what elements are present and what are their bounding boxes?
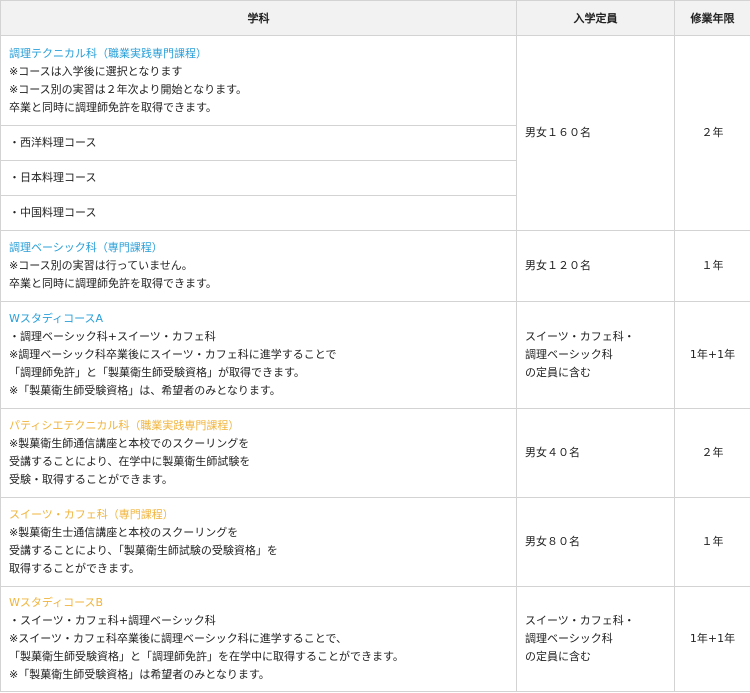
capacity-cell: スイーツ・カフェ科・ 調理ベーシック科 の定員に含む xyxy=(516,586,675,692)
capacity-cell: 男女１６０名 xyxy=(516,35,675,231)
department-cell: 調理テクニカル科（職業実践専門課程） ※コースは入学後に選択となります ※コース… xyxy=(0,35,517,126)
years-cell: 1年+1年 xyxy=(674,301,750,409)
header-capacity: 入学定員 xyxy=(516,0,675,36)
department-note: 卒業と同時に調理師免許を取得できます。 xyxy=(9,100,217,114)
course-name: ・中国料理コース xyxy=(9,206,97,219)
capacity-cell: スイーツ・カフェ科・ 調理ベーシック科 の定員に含む xyxy=(516,301,675,409)
years-text: １年 xyxy=(701,535,724,548)
department-note: ※調理ベーシック科卒業後にスイーツ・カフェ科に進学することで xyxy=(9,348,337,361)
capacity-text: 男女８０名 xyxy=(525,535,580,548)
department-name: 調理テクニカル科（職業実践専門課程） xyxy=(9,46,207,60)
course-name: ・日本料理コース xyxy=(9,171,97,184)
department-name: 調理ベーシック科（専門課程） xyxy=(9,241,163,254)
course-cell: ・日本料理コース xyxy=(0,160,517,196)
department-note: 「製菓衛生師受験資格」と「調理師免許」を在学中に取得することができます。 xyxy=(9,650,404,663)
capacity-cell: 男女４０名 xyxy=(516,408,675,498)
department-cell: WスタディコースB ・スイーツ・カフェ科+調理ベーシック科 ※スイーツ・カフェ科… xyxy=(0,586,517,692)
department-cell: 調理ベーシック科（専門課程） ※コース別の実習は行っていません。 卒業と同時に調… xyxy=(0,230,517,302)
department-note: ※コースは入学後に選択となります xyxy=(9,64,183,78)
capacity-text: の定員に含む xyxy=(525,366,591,379)
capacity-text: 男女１６０名 xyxy=(525,126,591,139)
department-note: 取得することができます。 xyxy=(9,562,140,575)
department-note: ※コース別の実習は行っていません。 xyxy=(9,259,193,272)
capacity-text: 男女１２０名 xyxy=(525,259,591,272)
department-note: ※「製菓衛生師受験資格」は、希望者のみとなります。 xyxy=(9,384,281,397)
capacity-text: スイーツ・カフェ科・ xyxy=(525,330,635,343)
course-cell: ・西洋料理コース xyxy=(0,125,517,161)
table-row: 調理テクニカル科（職業実践専門課程） ※コースは入学後に選択となります ※コース… xyxy=(0,35,750,231)
admissions-table: 学科 入学定員 修業年限 調理テクニカル科（職業実践専門課程） ※コースは入学後… xyxy=(0,0,750,692)
table-row: 調理ベーシック科（専門課程） ※コース別の実習は行っていません。 卒業と同時に調… xyxy=(0,230,750,302)
capacity-text: の定員に含む xyxy=(525,650,591,663)
table-row: パティシエテクニカル科（職業実践専門課程） ※製菓衛生師通信講座と本校でのスクー… xyxy=(0,408,750,498)
capacity-text: 男女４０名 xyxy=(525,446,580,459)
capacity-text: 調理ベーシック科 xyxy=(525,348,613,361)
table-row: WスタディコースB ・スイーツ・カフェ科+調理ベーシック科 ※スイーツ・カフェ科… xyxy=(0,586,750,692)
table-header-row: 学科 入学定員 修業年限 xyxy=(0,0,750,36)
capacity-cell: 男女８０名 xyxy=(516,497,675,587)
years-cell: １年 xyxy=(674,497,750,587)
years-cell: ２年 xyxy=(674,35,750,231)
department-note: ・調理ベーシック科+スイーツ・カフェ科 xyxy=(9,330,216,343)
years-text: ２年 xyxy=(701,446,724,459)
department-cell: スイーツ・カフェ科（専門課程） ※製菓衛生士通信講座と本校のスクーリングを 受講… xyxy=(0,497,517,587)
department-note: 受講することにより、「製菓衛生師試験の受験資格」を xyxy=(9,544,278,557)
department-note: 「調理師免許」と「製菓衛生師受験資格」が取得できます。 xyxy=(9,366,305,379)
years-cell: １年 xyxy=(674,230,750,302)
department-note: ※コース別の実習は２年次より開始となります。 xyxy=(9,82,248,96)
department-name: パティシエテクニカル科（職業実践専門課程） xyxy=(9,419,240,432)
department-name: スイーツ・カフェ科（専門課程） xyxy=(9,508,174,521)
department-note: 卒業と同時に調理師免許を取得できます。 xyxy=(9,277,217,290)
years-cell: 1年+1年 xyxy=(674,586,750,692)
department-note: 受講することにより、在学中に製菓衛生師試験を xyxy=(9,455,251,468)
years-text: 1年+1年 xyxy=(689,632,736,645)
department-note: 受験・取得することができます。 xyxy=(9,473,173,486)
capacity-cell: 男女１２０名 xyxy=(516,230,675,302)
table-row: WスタディコースA ・調理ベーシック科+スイーツ・カフェ科 ※調理ベーシック科卒… xyxy=(0,301,750,409)
course-name: ・西洋料理コース xyxy=(9,136,97,149)
header-years: 修業年限 xyxy=(674,0,750,36)
years-text: １年 xyxy=(701,259,724,272)
capacity-text: スイーツ・カフェ科・ xyxy=(525,614,635,627)
capacity-text: 調理ベーシック科 xyxy=(525,632,613,645)
department-name: WスタディコースA xyxy=(9,312,104,325)
years-text: ２年 xyxy=(701,126,724,139)
department-note: ・スイーツ・カフェ科+調理ベーシック科 xyxy=(9,614,216,627)
table-row: スイーツ・カフェ科（専門課程） ※製菓衛生士通信講座と本校のスクーリングを 受講… xyxy=(0,497,750,587)
years-cell: ２年 xyxy=(674,408,750,498)
department-note: ※「製菓衛生師受験資格」は希望者のみとなります。 xyxy=(9,668,270,681)
header-department: 学科 xyxy=(0,0,517,36)
department-cell: WスタディコースA ・調理ベーシック科+スイーツ・カフェ科 ※調理ベーシック科卒… xyxy=(0,301,517,409)
department-note: ※製菓衛生士通信講座と本校のスクーリングを xyxy=(9,526,239,539)
course-cell: ・中国料理コース xyxy=(0,195,517,231)
department-note: ※製菓衛生師通信講座と本校でのスクーリングを xyxy=(9,437,250,450)
department-cell: パティシエテクニカル科（職業実践専門課程） ※製菓衛生師通信講座と本校でのスクー… xyxy=(0,408,517,498)
years-text: 1年+1年 xyxy=(689,348,736,361)
department-note: ※スイーツ・カフェ科卒業後に調理ベーシック科に進学することで、 xyxy=(9,632,348,645)
department-name: WスタディコースB xyxy=(9,596,104,609)
